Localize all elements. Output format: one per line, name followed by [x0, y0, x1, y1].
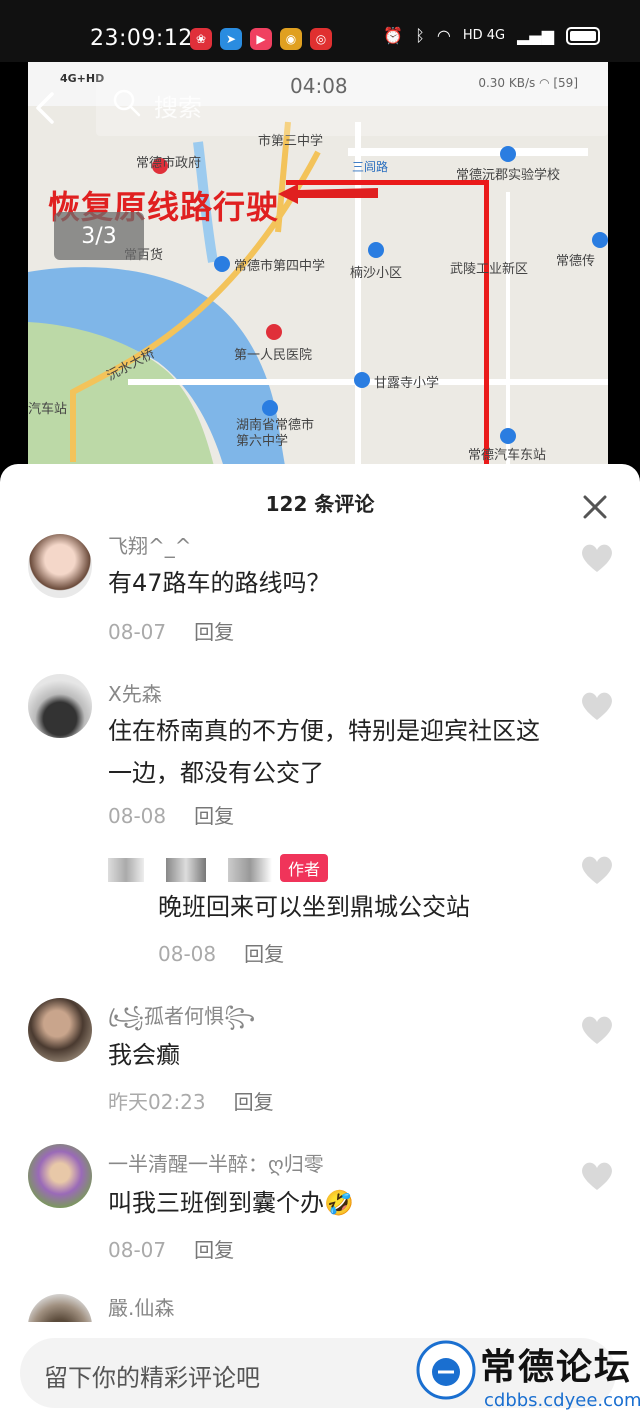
map-poi	[354, 372, 370, 388]
music-app-icon: ◎	[310, 28, 332, 50]
back-icon[interactable]	[30, 88, 60, 128]
map-label: 常德沅郡实验学校	[456, 168, 561, 183]
battery-icon	[566, 26, 600, 45]
app-notification-icon: ❀	[190, 28, 212, 50]
map-label: 武陵工业新区	[450, 262, 529, 277]
reply-button[interactable]: 回复	[194, 1238, 234, 1262]
comment-username[interactable]: 飞翔^_^	[108, 530, 192, 559]
like-heart-icon[interactable]	[580, 690, 614, 722]
watermark-name: 常德论坛	[480, 1346, 633, 1388]
comment-username[interactable]: 嚴.仙森	[108, 1292, 174, 1321]
weibo-icon: ◉	[280, 28, 302, 50]
comment-meta: 08-08 回复	[108, 800, 234, 829]
screen: 23:09:12 ❀ ➤ ▶ ◉ ◎ ⏰ ᛒ ◠ HD 4G ▂▄▆ 4G+HD…	[0, 0, 640, 1422]
map-label: 楠沙小区	[350, 266, 403, 281]
comment-text: 叫我三班倒到囊个办🤣	[108, 1189, 354, 1217]
map-poi	[500, 428, 516, 444]
forum-logo-icon	[416, 1340, 476, 1400]
comment-date: 08-08	[108, 804, 167, 828]
map-label: 三闾路	[352, 160, 389, 174]
comments-sheet: 122 条评论 飞翔^_^ 有47路车的路线吗？ 08-07 回复 X先森 住在桥…	[0, 464, 640, 1422]
comment-text: 住在桥南真的不方便，特别是迎宾社区这一边，都没有公交了	[108, 717, 540, 787]
map-poi	[500, 146, 516, 162]
map-poi	[592, 232, 608, 248]
like-heart-icon[interactable]	[580, 1014, 614, 1046]
reply-button[interactable]: 回复	[244, 942, 284, 966]
network-label: HD 4G	[462, 28, 506, 43]
reply-button[interactable]: 回复	[194, 620, 234, 644]
comment-date: 08-07	[108, 620, 167, 644]
status-time: 23:09:12	[90, 26, 193, 51]
comment-text: 有47路车的路线吗？	[108, 569, 331, 597]
avatar[interactable]	[28, 1144, 92, 1208]
comment-text: 晚班回来可以坐到鼎城公交站	[158, 893, 470, 921]
search-bar[interactable]: 搜索	[96, 70, 608, 136]
author-badge: 作者	[280, 854, 329, 882]
comment-text: 我会癫	[108, 1041, 180, 1069]
comment-username[interactable]: X先森	[108, 678, 162, 707]
map-poi	[368, 242, 384, 258]
comment-meta: 08-08 回复	[158, 938, 284, 967]
close-icon[interactable]	[580, 492, 610, 522]
signal-icon: ▂▄▆	[517, 26, 554, 45]
comment-meta: 08-07 回复	[108, 1234, 234, 1263]
map-poi	[214, 256, 230, 272]
map-label: 汽车站	[28, 402, 68, 417]
telegram-icon: ➤	[220, 28, 242, 50]
blurred-username	[166, 858, 206, 882]
search-icon	[113, 89, 141, 117]
blurred-avatar	[108, 858, 144, 882]
bluetooth-icon: ᛒ	[415, 26, 425, 45]
route-line-vertical	[484, 180, 489, 482]
wifi-icon: ◠	[436, 26, 451, 45]
forum-watermark: 常德论坛 cdbbs.cdyee.com	[410, 1320, 640, 1422]
comment-meta: 08-07 回复	[108, 616, 234, 645]
comment-username[interactable]: 一半清醒一半醉：ღ归零	[108, 1148, 324, 1177]
status-bar: 23:09:12 ❀ ➤ ▶ ◉ ◎ ⏰ ᛒ ◠ HD 4G ▂▄▆	[0, 0, 640, 62]
comment-meta: 昨天02:23 回复	[108, 1086, 274, 1115]
comment-input-placeholder: 留下你的精彩评论吧	[44, 1364, 260, 1392]
map-label: 常德市政府	[136, 156, 202, 171]
like-heart-icon[interactable]	[580, 1160, 614, 1192]
map-label: 第一人民医院	[234, 348, 313, 363]
reply-button[interactable]: 回复	[194, 804, 234, 828]
like-heart-icon[interactable]	[580, 854, 614, 886]
map-poi	[266, 324, 282, 340]
route-arrow	[278, 184, 378, 204]
map-label: 常德传	[556, 254, 596, 269]
search-placeholder: 搜索	[154, 94, 202, 122]
map-label: 湖南省常德市第六中学	[236, 418, 315, 449]
notification-icons: ❀ ➤ ▶ ◉ ◎	[190, 28, 332, 50]
map-poi	[262, 400, 278, 416]
map-label: 常德市第四中学	[234, 259, 326, 274]
system-icons: ⏰ ᛒ ◠ HD 4G ▂▄▆	[383, 26, 600, 45]
video-app-icon: ▶	[250, 28, 272, 50]
comments-count-title: 122 条评论	[265, 492, 375, 516]
avatar[interactable]	[28, 534, 92, 598]
comment-date: 08-08	[158, 942, 217, 966]
alarm-icon: ⏰	[383, 26, 404, 45]
watermark-url: cdbbs.cdyee.com	[484, 1390, 640, 1411]
blurred-username	[228, 858, 272, 882]
avatar[interactable]	[28, 998, 92, 1062]
comment-date: 昨天02:23	[108, 1090, 206, 1114]
map-label: 甘露寺小学	[374, 376, 440, 391]
avatar[interactable]	[28, 674, 92, 738]
like-heart-icon[interactable]	[580, 542, 614, 574]
map-label: 常德汽车东站	[468, 448, 547, 463]
image-pager: 3/3	[54, 212, 144, 260]
reply-button[interactable]: 回复	[234, 1090, 274, 1114]
comment-date: 08-07	[108, 1238, 167, 1262]
